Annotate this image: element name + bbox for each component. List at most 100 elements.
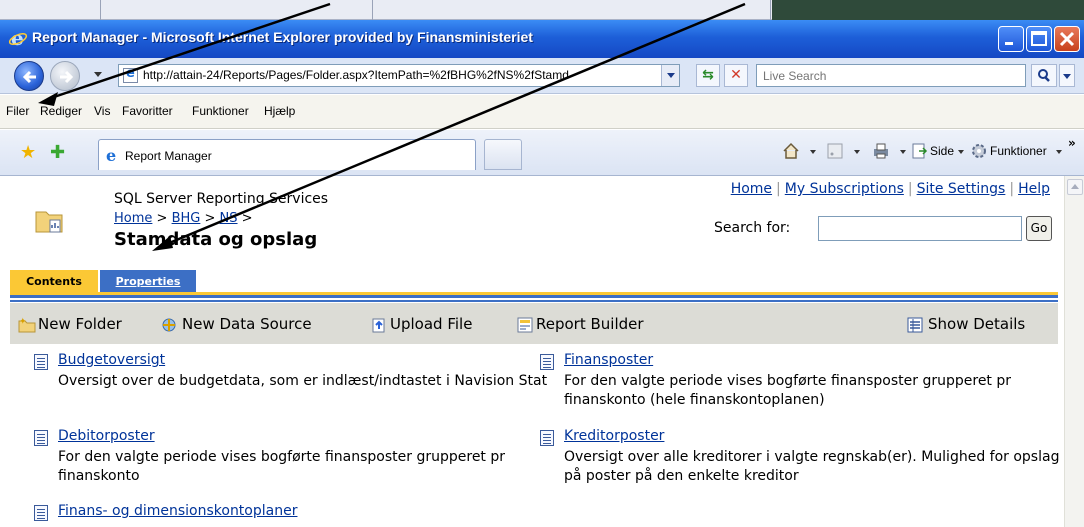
- report-icon: [34, 430, 48, 446]
- report-link-finansposter[interactable]: Finansposter: [564, 352, 653, 368]
- print-dropdown-icon[interactable]: [900, 150, 906, 154]
- report-description: For den valgte periode vises bogførte fi…: [564, 373, 1012, 408]
- menu-funktioner[interactable]: Funktioner: [192, 104, 249, 118]
- window-title: Report Manager - Microsoft Internet Expl…: [32, 29, 533, 45]
- toolbar-divider: [10, 300, 1058, 302]
- link-divider: |: [907, 181, 913, 197]
- new-folder-icon: ✦: [18, 317, 36, 333]
- breadcrumb-separator: >: [241, 211, 253, 226]
- page-icon: [123, 66, 138, 83]
- new-tab-button[interactable]: [484, 139, 522, 170]
- feeds-dropdown-icon[interactable]: [854, 150, 860, 154]
- svg-text:✦: ✦: [19, 317, 27, 327]
- tab-underline: [10, 295, 1058, 298]
- menu-rediger[interactable]: Rediger: [40, 104, 82, 118]
- add-favorite-icon[interactable]: ✚: [50, 142, 65, 163]
- search-label: Search for:: [714, 220, 791, 236]
- tools-gear-icon[interactable]: [970, 142, 988, 160]
- site-settings-link[interactable]: Site Settings: [917, 181, 1006, 197]
- new-folder-button[interactable]: New Folder: [38, 315, 122, 333]
- upload-file-button[interactable]: Upload File: [390, 315, 472, 333]
- new-data-source-icon: [162, 318, 176, 332]
- menu-favoritter[interactable]: Favoritter: [122, 104, 173, 118]
- stop-button[interactable]: ✕: [724, 64, 748, 87]
- breadcrumb: Home > BHG > NS >: [114, 211, 253, 226]
- maximize-button[interactable]: [1026, 26, 1052, 52]
- stop-icon: ✕: [730, 67, 742, 83]
- new-data-source-button[interactable]: New Data Source: [182, 315, 312, 333]
- ie-page-icon: e: [106, 147, 116, 163]
- page-dropdown-icon[interactable]: [958, 150, 964, 154]
- strip-divider: [100, 0, 101, 20]
- maximize-icon: [1031, 31, 1047, 46]
- scroll-up-button[interactable]: [1067, 179, 1083, 195]
- page-content: SQL Server Reporting Services Home > BHG…: [0, 176, 1064, 527]
- feeds-icon[interactable]: [826, 142, 844, 160]
- tab-properties[interactable]: Properties: [100, 270, 196, 292]
- live-search-box[interactable]: [756, 64, 1026, 87]
- address-dropdown-button[interactable]: [661, 65, 679, 86]
- tab-label: Report Manager: [125, 149, 212, 163]
- home-icon[interactable]: [782, 142, 800, 160]
- report-builder-icon: [517, 317, 533, 333]
- go-button[interactable]: Go: [1026, 216, 1052, 241]
- address-field[interactable]: http://attain-24/Reports/Pages/Folder.as…: [118, 64, 680, 87]
- breadcrumb-ns[interactable]: NS: [220, 211, 238, 226]
- home-dropdown-icon[interactable]: [810, 150, 816, 154]
- report-builder-button[interactable]: Report Builder: [536, 315, 644, 333]
- vertical-scrollbar[interactable]: [1064, 176, 1084, 527]
- report-link-budgetoversigt[interactable]: Budgetoversigt: [58, 352, 165, 368]
- menu-bar: Filer Rediger Vis Favoritter Funktioner …: [0, 95, 1084, 129]
- search-options-button[interactable]: [1059, 64, 1075, 87]
- more-commands-icon[interactable]: »: [1068, 136, 1076, 150]
- upload-file-icon: [372, 318, 385, 333]
- history-dropdown-icon[interactable]: [94, 72, 102, 77]
- svg-text:e: e: [106, 147, 116, 163]
- menu-vis[interactable]: Vis: [94, 104, 110, 118]
- refresh-button[interactable]: ⇆: [696, 64, 720, 87]
- report-icon: [540, 430, 554, 446]
- close-button[interactable]: [1054, 26, 1080, 52]
- folder-icon: [35, 211, 63, 233]
- forward-arrow-icon: [60, 70, 74, 84]
- report-icon: [540, 354, 554, 370]
- show-details-icon: [907, 317, 923, 333]
- breadcrumb-bhg[interactable]: BHG: [172, 211, 201, 226]
- address-url[interactable]: http://attain-24/Reports/Pages/Folder.as…: [143, 68, 657, 82]
- back-button[interactable]: [14, 61, 44, 91]
- link-divider: |: [1009, 181, 1015, 197]
- tab-bar: ★ ✚ e Report Manager Side Funktioner »: [0, 130, 1084, 176]
- show-details-button[interactable]: Show Details: [928, 315, 1025, 333]
- tab-contents[interactable]: Contents: [10, 270, 98, 292]
- print-icon[interactable]: [872, 142, 890, 160]
- search-button[interactable]: [1031, 64, 1057, 87]
- content-toolbar: ✦ New Folder New Data Source Upload File…: [10, 303, 1058, 344]
- minimize-icon: [1005, 42, 1013, 45]
- tools-menu-label[interactable]: Funktioner: [990, 144, 1047, 158]
- help-link[interactable]: Help: [1018, 181, 1050, 197]
- minimize-button[interactable]: [998, 26, 1024, 52]
- address-toolbar: http://attain-24/Reports/Pages/Folder.as…: [0, 58, 1084, 94]
- report-link-debitorposter[interactable]: Debitorposter: [58, 428, 155, 444]
- refresh-icon: ⇆: [702, 67, 714, 83]
- breadcrumb-home[interactable]: Home: [114, 211, 152, 226]
- tools-dropdown-icon[interactable]: [1056, 150, 1062, 154]
- tab-report-manager[interactable]: e Report Manager: [98, 139, 476, 170]
- search-input[interactable]: [818, 216, 1022, 241]
- page-menu-icon[interactable]: [910, 142, 928, 160]
- link-divider: |: [776, 181, 781, 197]
- home-link[interactable]: Home: [731, 181, 772, 197]
- forward-button[interactable]: [50, 61, 80, 91]
- my-subscriptions-link[interactable]: My Subscriptions: [785, 181, 904, 197]
- report-link-finans-og-dimensionskontoplaner[interactable]: Finans- og dimensionskontoplaner: [58, 503, 297, 519]
- ie-logo-icon: e: [8, 28, 28, 48]
- report-description: For den valgte periode vises bogførte fi…: [58, 449, 506, 484]
- report-icon: [34, 505, 48, 521]
- menu-filer[interactable]: Filer: [6, 104, 29, 118]
- menu-hjaelp[interactable]: Hjælp: [264, 104, 295, 118]
- report-link-kreditorposter[interactable]: Kreditorposter: [564, 428, 664, 444]
- page-menu-label[interactable]: Side: [930, 144, 954, 158]
- window-titlebar: e Report Manager - Microsoft Internet Ex…: [0, 20, 1084, 58]
- live-search-input[interactable]: [757, 65, 1025, 86]
- favorites-center-icon[interactable]: ★: [20, 142, 36, 163]
